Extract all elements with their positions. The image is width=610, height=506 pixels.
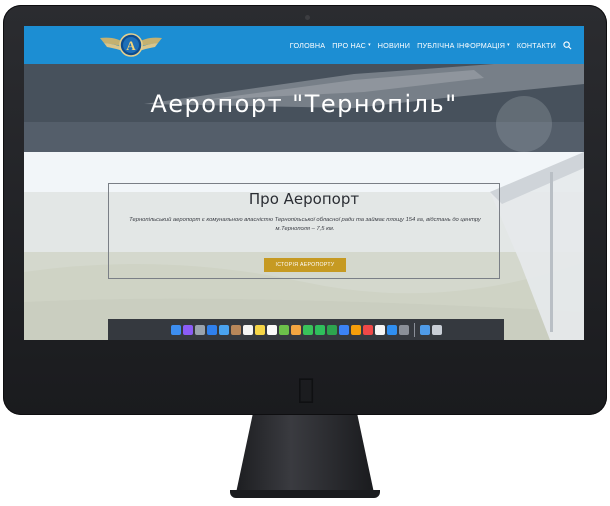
macos-dock xyxy=(108,319,504,340)
finder-icon[interactable] xyxy=(170,324,181,335)
app-store-icon[interactable] xyxy=(386,324,397,335)
nav-item-contacts[interactable]: КОНТАКТИ xyxy=(517,41,556,50)
hero-banner: Аеропорт "Тернопіль" xyxy=(24,64,584,152)
numbers-icon[interactable] xyxy=(326,324,337,335)
music-icon[interactable] xyxy=(374,324,385,335)
navbar: A ГОЛОВНА ПРО НАС ▾ НОВИНИ ПУБЛІЧНА ІНФО… xyxy=(24,26,584,64)
imac-stand-base xyxy=(230,490,380,498)
keynote-icon[interactable] xyxy=(338,324,349,335)
svg-text:A: A xyxy=(126,38,136,53)
messages-icon[interactable] xyxy=(302,324,313,335)
siri-icon[interactable] xyxy=(182,324,193,335)
nav-item-home[interactable]: ГОЛОВНА xyxy=(290,41,325,50)
page-title: Аеропорт "Тернопіль" xyxy=(150,90,458,118)
imac-stand xyxy=(236,415,374,493)
chevron-down-icon: ▾ xyxy=(368,42,371,48)
airport-history-button[interactable]: ІСТОРІЯ АЕРОПОРТУ xyxy=(264,258,346,272)
nav-item-about[interactable]: ПРО НАС ▾ xyxy=(332,41,371,50)
nav-item-public-info[interactable]: ПУБЛІЧНА ІНФОРМАЦІЯ ▾ xyxy=(417,41,510,50)
launchpad-icon[interactable] xyxy=(194,324,205,335)
mail-icon[interactable] xyxy=(218,324,229,335)
section-title: Про Аеропорт xyxy=(248,190,360,208)
maps-icon[interactable] xyxy=(278,324,289,335)
news-icon[interactable] xyxy=(362,324,373,335)
screen: A ГОЛОВНА ПРО НАС ▾ НОВИНИ ПУБЛІЧНА ІНФО… xyxy=(24,26,584,340)
main-nav: ГОЛОВНА ПРО НАС ▾ НОВИНИ ПУБЛІЧНА ІНФОРМ… xyxy=(290,26,572,64)
safari-icon[interactable] xyxy=(206,324,217,335)
airport-wings-logo-icon[interactable]: A xyxy=(98,30,164,60)
about-section: Про Аеропорт Тернопільський аеропорт є к… xyxy=(108,183,500,279)
system-preferences-icon[interactable] xyxy=(398,324,409,335)
dock-separator xyxy=(413,322,415,337)
search-icon xyxy=(563,40,572,49)
photos-icon[interactable] xyxy=(290,324,301,335)
search-button[interactable] xyxy=(563,40,572,50)
trash-icon[interactable] xyxy=(431,324,442,335)
calendar-icon[interactable] xyxy=(242,324,253,335)
camera-icon xyxy=(305,15,310,20)
apple-logo-icon:  xyxy=(293,374,319,404)
facetime-icon[interactable] xyxy=(314,324,325,335)
about-description: Тернопільський аеропорт є комунальною вл… xyxy=(129,217,481,232)
notes-icon[interactable] xyxy=(254,324,265,335)
downloads-folder-icon[interactable] xyxy=(419,324,430,335)
contacts-icon[interactable] xyxy=(230,324,241,335)
chevron-down-icon: ▾ xyxy=(507,42,510,48)
nav-item-news[interactable]: НОВИНИ xyxy=(378,41,410,50)
pages-icon[interactable] xyxy=(350,324,361,335)
reminders-icon[interactable] xyxy=(266,324,277,335)
